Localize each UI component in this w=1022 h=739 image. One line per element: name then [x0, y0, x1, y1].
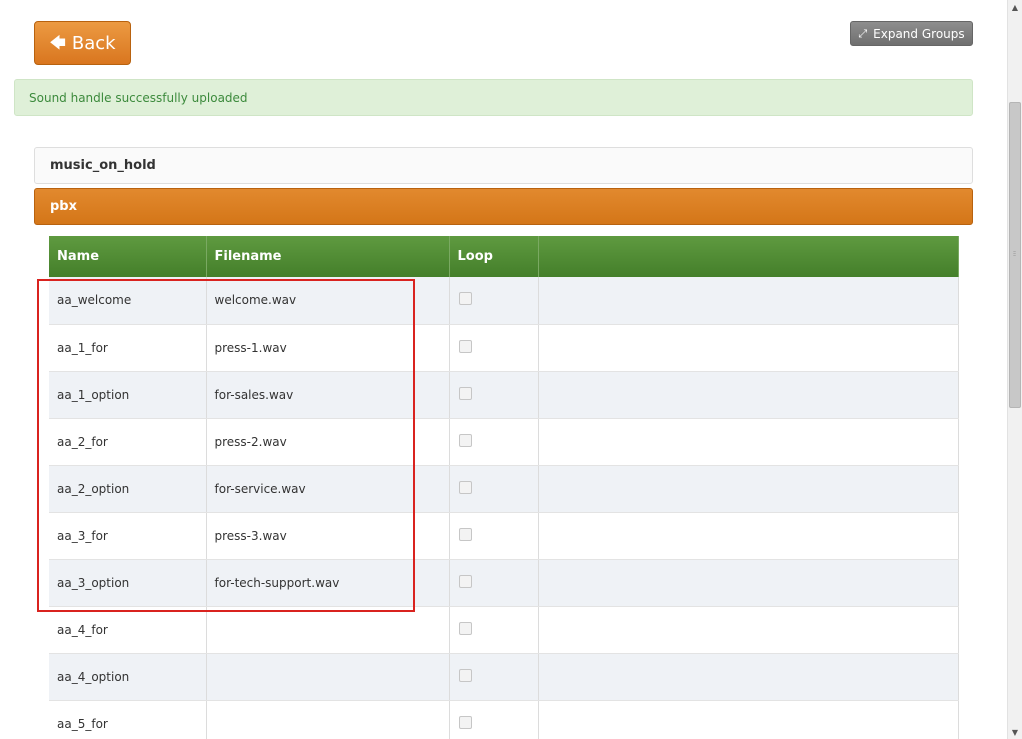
cell-filename: for-service.wav	[206, 465, 450, 513]
loop-checkbox[interactable]	[458, 386, 472, 400]
cell-actions	[538, 277, 959, 325]
column-header-actions	[538, 236, 959, 277]
cell-loop	[449, 606, 539, 654]
loop-checkbox[interactable]	[458, 715, 472, 729]
loop-checkbox[interactable]	[458, 574, 472, 588]
cell-name: aa_3_option	[49, 559, 207, 607]
table-row: aa_welcome welcome.wav	[49, 277, 959, 325]
cell-loop	[449, 277, 539, 325]
group-label: music_on_hold	[50, 158, 156, 173]
table-row: aa_4_for	[49, 606, 959, 654]
table-header-row: Name Filename Loop	[49, 236, 959, 277]
cell-name: aa_2_for	[49, 418, 207, 466]
cell-loop	[449, 418, 539, 466]
loop-checkbox[interactable]	[458, 339, 472, 353]
cell-loop	[449, 700, 539, 739]
cell-name: aa_4_option	[49, 653, 207, 701]
table-row: aa_4_option	[49, 653, 959, 701]
cell-name: aa_5_for	[49, 700, 207, 739]
scroll-up-arrow-icon[interactable]: ▲	[1008, 0, 1022, 14]
cell-name: aa_1_option	[49, 371, 207, 419]
page: 🡄 Back ⤢ Expand Groups Sound handle succ…	[0, 0, 1022, 739]
column-header-loop[interactable]: Loop	[449, 236, 539, 277]
loop-checkbox[interactable]	[458, 527, 472, 541]
loop-checkbox[interactable]	[458, 292, 472, 306]
cell-loop	[449, 465, 539, 513]
cell-actions	[538, 653, 959, 701]
cell-loop	[449, 653, 539, 701]
cell-actions	[538, 465, 959, 513]
table-row: aa_3_option for-tech-support.wav	[49, 559, 959, 607]
expand-groups-button[interactable]: ⤢ Expand Groups	[850, 21, 973, 46]
cell-filename	[206, 653, 450, 701]
alert-message: Sound handle successfully uploaded	[29, 90, 248, 105]
loop-checkbox[interactable]	[458, 480, 472, 494]
group-header-music-on-hold[interactable]: music_on_hold	[34, 147, 973, 184]
expand-groups-label: Expand Groups	[873, 26, 965, 41]
grip-icon: – – –	[1013, 248, 1016, 259]
expand-icon: ⤢	[858, 27, 868, 40]
cell-loop	[449, 559, 539, 607]
column-header-filename[interactable]: Filename	[206, 236, 450, 277]
back-button-label: Back	[71, 32, 116, 54]
back-button[interactable]: 🡄 Back	[34, 21, 131, 65]
cell-filename: welcome.wav	[206, 277, 450, 325]
cell-loop	[449, 512, 539, 560]
group-header-pbx[interactable]: pbx	[34, 188, 973, 225]
cell-filename: press-2.wav	[206, 418, 450, 466]
cell-name: aa_2_option	[49, 465, 207, 513]
sound-handles-table: Name Filename Loop aa_welcome welcome.wa…	[49, 236, 959, 739]
cell-actions	[538, 700, 959, 739]
cell-loop	[449, 324, 539, 372]
table-row: aa_1_option for-sales.wav	[49, 371, 959, 419]
vertical-scrollbar[interactable]: ▲ – – – ▼	[1007, 0, 1022, 739]
table-row: aa_1_for press-1.wav	[49, 324, 959, 372]
cell-actions	[538, 371, 959, 419]
table-row: aa_2_option for-service.wav	[49, 465, 959, 513]
cell-filename	[206, 700, 450, 739]
table-row: aa_5_for	[49, 700, 959, 739]
cell-name: aa_4_for	[49, 606, 207, 654]
cell-actions	[538, 418, 959, 466]
cell-filename	[206, 606, 450, 654]
cell-actions	[538, 324, 959, 372]
cell-filename: press-3.wav	[206, 512, 450, 560]
cell-actions	[538, 559, 959, 607]
cell-actions	[538, 512, 959, 560]
scroll-down-arrow-icon[interactable]: ▼	[1008, 725, 1022, 739]
column-header-name[interactable]: Name	[49, 236, 207, 277]
table-row: aa_2_for press-2.wav	[49, 418, 959, 466]
cell-loop	[449, 371, 539, 419]
loop-checkbox[interactable]	[458, 433, 472, 447]
scrollbar-thumb[interactable]: – – –	[1009, 102, 1021, 408]
cell-filename: for-sales.wav	[206, 371, 450, 419]
success-alert: Sound handle successfully uploaded	[14, 79, 973, 116]
cell-name: aa_1_for	[49, 324, 207, 372]
loop-checkbox[interactable]	[458, 621, 472, 635]
group-label: pbx	[50, 199, 77, 214]
loop-checkbox[interactable]	[458, 668, 472, 682]
cell-filename: press-1.wav	[206, 324, 450, 372]
cell-filename: for-tech-support.wav	[206, 559, 450, 607]
cell-actions	[538, 606, 959, 654]
arrow-left-icon: 🡄	[49, 33, 66, 52]
cell-name: aa_3_for	[49, 512, 207, 560]
cell-name: aa_welcome	[49, 277, 207, 325]
table-row: aa_3_for press-3.wav	[49, 512, 959, 560]
